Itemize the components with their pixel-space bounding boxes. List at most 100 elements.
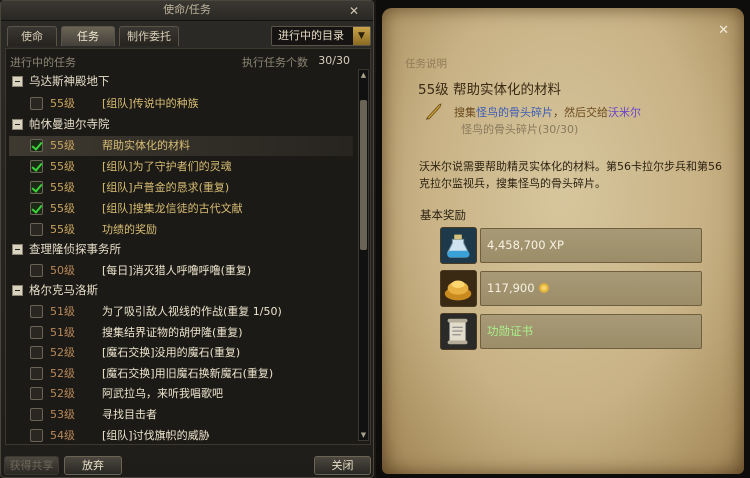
quest-name: 帮助实体化的材料 (102, 139, 190, 152)
item-reward-name: 功勋证书 (480, 314, 702, 349)
gold-coin-icon (538, 283, 549, 293)
track-checkbox[interactable] (30, 387, 43, 400)
section-label: 任务说明 (405, 58, 447, 70)
close-button[interactable]: 关闭 (314, 456, 371, 475)
reward-item: 功勋证书 (440, 313, 702, 350)
xp-potion-icon[interactable] (440, 227, 477, 264)
quest-row[interactable]: 55级 [组队]卢普金的恳求(重复) (9, 178, 353, 198)
group-name: 帕休曼迪尔寺院 (29, 117, 110, 131)
gold-pile-icon[interactable] (440, 270, 477, 307)
objective-prefix: 搜集 (454, 106, 476, 119)
tab-quest[interactable]: 任务 (61, 26, 115, 46)
track-checkbox[interactable] (30, 97, 43, 110)
window-title: 使命/任务 (1, 1, 373, 21)
quest-count-value: 30/30 (318, 54, 350, 67)
collapse-icon[interactable] (12, 244, 23, 255)
quest-name: 搜集结界证物的胡伊隆(重复) (102, 326, 243, 339)
scrollbar-thumb[interactable] (360, 100, 367, 250)
xp-value: 4,458,700 XP (480, 228, 702, 263)
track-checkbox[interactable] (30, 139, 43, 152)
gold-value: 117,900 (487, 281, 535, 295)
reward-label: 基本奖励 (420, 208, 466, 222)
quest-name: [组队]卢普金的恳求(重复) (102, 181, 230, 194)
scroll-down-icon[interactable]: ▼ (359, 430, 368, 440)
track-checkbox[interactable] (30, 429, 43, 442)
group-name: 乌达斯神殿地下 (29, 74, 110, 88)
quest-name: [魔石交换]用旧魔石换新魔石(重复) (102, 367, 274, 380)
quest-row[interactable]: 52级 [魔石交换]没用的魔石(重复) (9, 343, 353, 363)
quest-group[interactable]: 乌达斯神殿地下 (9, 72, 355, 91)
objective-middle: ，然后交给 (553, 106, 608, 119)
quest-row[interactable]: 50级 [每日]消灭猎人呼噜呼噜(重复) (9, 261, 353, 281)
quest-name: 寻找目击者 (102, 408, 157, 421)
quest-group[interactable]: 查理隆侦探事务所 (9, 240, 355, 259)
collapse-icon[interactable] (12, 76, 23, 87)
quest-level: 51级 (50, 326, 75, 339)
track-checkbox[interactable] (30, 160, 43, 173)
quest-level: 55级 (50, 160, 75, 173)
share-button[interactable]: 获得共享 (4, 456, 59, 475)
close-icon[interactable]: ✕ (349, 4, 359, 18)
quest-level: 53级 (50, 408, 75, 421)
gold-reward: 117,900 (480, 271, 702, 306)
quest-level: 52级 (50, 367, 75, 380)
quest-name: [组队]传说中的种族 (102, 97, 199, 110)
quest-group[interactable]: 帕休曼迪尔寺院 (9, 115, 355, 134)
quest-row[interactable]: 55级 功绩的奖励 (9, 220, 353, 240)
quest-title: 55级 帮助实体化的材料 (418, 82, 561, 98)
track-checkbox[interactable] (30, 408, 43, 421)
quest-row[interactable]: 55级 [组队]为了守护者们的灵魂 (9, 157, 353, 177)
track-checkbox[interactable] (30, 305, 43, 318)
list-header-label: 进行中的任务 (10, 56, 76, 69)
quest-level: 55级 (50, 223, 75, 236)
track-checkbox[interactable] (30, 223, 43, 236)
quest-level: 50级 (50, 264, 75, 277)
quest-name: 为了吸引敌人视线的作战(重复 1/50) (102, 305, 282, 318)
track-checkbox[interactable] (30, 202, 43, 215)
collapse-icon[interactable] (12, 119, 23, 130)
quest-row[interactable]: 51级 为了吸引敌人视线的作战(重复 1/50) (9, 302, 353, 322)
collapse-icon[interactable] (12, 285, 23, 296)
quest-row[interactable]: 54级 [组队]讨伐旗帜的威胁 (9, 426, 353, 444)
objective-progress: 怪鸟的骨头碎片(30/30) (461, 123, 579, 136)
quest-list-scrollbar[interactable]: ▲ ▼ (358, 69, 369, 441)
quest-description: 沃米尔说需要帮助精灵实体化的材料。第56卡拉尔步兵和第56克拉尔监视兵，搜集怪鸟… (419, 160, 722, 190)
objective-target[interactable]: 怪鸟的骨头碎片 (476, 106, 553, 119)
quest-group[interactable]: 格尔克马洛斯 (9, 281, 355, 300)
quest-name: [组队]搜集龙信徒的古代文献 (102, 202, 243, 215)
list-header: 进行中的任务 执行任务个数 30/30 (10, 54, 350, 70)
quest-row[interactable]: 52级 [魔石交换]用旧魔石换新魔石(重复) (9, 364, 353, 384)
objective-npc[interactable]: 沃米尔 (608, 106, 641, 119)
quest-level: 51级 (50, 305, 75, 318)
chevron-down-icon[interactable]: ▼ (353, 27, 370, 45)
reward-xp: 4,458,700 XP (440, 227, 702, 264)
tab-mission[interactable]: 使命 (7, 26, 57, 46)
abandon-button[interactable]: 放弃 (64, 456, 122, 475)
quest-filter-dropdown[interactable]: 进行中的目录 ▼ (271, 26, 371, 46)
track-checkbox[interactable] (30, 367, 43, 380)
group-name: 格尔克马洛斯 (29, 283, 98, 297)
close-icon[interactable]: ✕ (718, 23, 729, 38)
track-checkbox[interactable] (30, 181, 43, 194)
quest-name: 阿武拉乌，来听我唱歌吧 (102, 387, 223, 400)
quest-row-selected[interactable]: 55级 帮助实体化的材料 (9, 136, 353, 156)
tab-commission[interactable]: 制作委托 (119, 26, 179, 46)
quest-row[interactable]: 55级 [组队]搜集龙信徒的古代文献 (9, 199, 353, 219)
quest-row[interactable]: 51级 搜集结界证物的胡伊隆(重复) (9, 323, 353, 343)
quest-list-panel: 进行中的任务 执行任务个数 30/30 乌达斯神殿地下 55级 [组队]传说中的… (5, 48, 371, 445)
scroll-certificate-icon[interactable] (440, 313, 477, 350)
quest-level: 55级 (50, 202, 75, 215)
quest-level: 52级 (50, 346, 75, 359)
quest-row[interactable]: 52级 阿武拉乌，来听我唱歌吧 (9, 384, 353, 404)
quest-name: [组队]讨伐旗帜的威胁 (102, 429, 210, 442)
track-checkbox[interactable] (30, 326, 43, 339)
track-checkbox[interactable] (30, 264, 43, 277)
quest-row[interactable]: 53级 寻找目击者 (9, 405, 353, 425)
track-checkbox[interactable] (30, 346, 43, 359)
quest-name: [魔石交换]没用的魔石(重复) (102, 346, 241, 359)
quest-row[interactable]: 55级 [组队]传说中的种族 (9, 94, 353, 114)
parchment-background: ✕ 任务说明 55级 帮助实体化的材料 搜集怪鸟的骨头碎片，然后交给沃米尔 怪鸟… (382, 8, 744, 474)
quest-name: [组队]为了守护者们的灵魂 (102, 160, 232, 173)
dropdown-value: 进行中的目录 (278, 29, 344, 42)
scroll-up-icon[interactable]: ▲ (359, 70, 368, 80)
